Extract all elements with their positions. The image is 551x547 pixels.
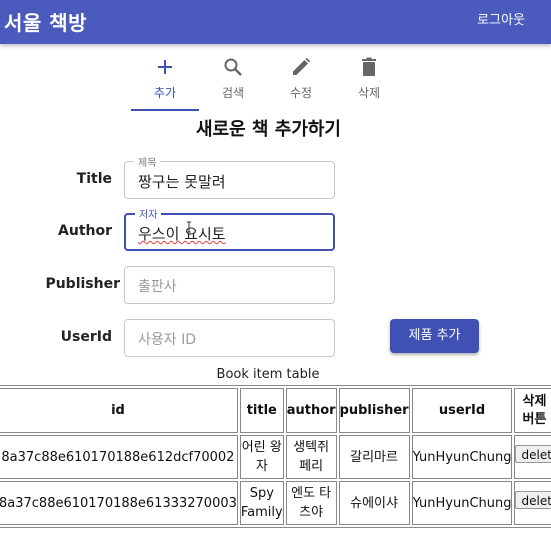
table-row: 8a37c88e610170188e61333270003 Spy Family…: [0, 481, 551, 525]
cell-author: 생텍쥐 페리: [285, 435, 337, 479]
tab-label: 추가: [153, 86, 177, 100]
table-caption: Book item table: [216, 367, 320, 382]
cell-author: 엔도 타츠야: [285, 481, 337, 525]
publisher-field[interactable]: 출판사: [124, 266, 335, 304]
publisher-label: Publisher: [45, 276, 120, 292]
userid-placeholder: 사용자 ID: [138, 332, 196, 348]
cell-id: 8a37c88e610170188e61333270003: [0, 481, 238, 525]
tab-search[interactable]: 검색: [199, 50, 267, 110]
author-label: Author: [58, 223, 112, 239]
book-item-table: id title author publisher userId 삭제 버튼 8…: [0, 385, 551, 528]
table-row: 8a37c88e610170188e612dcf70002 어린 왕자 생텍쥐 …: [0, 435, 551, 479]
column-header-title: title: [239, 388, 284, 433]
page-title: 새로운 책 추가하기: [195, 119, 341, 140]
tab-add[interactable]: 추가: [131, 50, 199, 111]
cell-delete: delete: [514, 435, 551, 479]
cell-userid: YunHyunChung: [411, 481, 513, 525]
userid-label: UserId: [60, 329, 112, 345]
text-cursor-icon: [187, 221, 191, 233]
delete-button[interactable]: delete: [515, 445, 551, 463]
cell-title: 어린 왕자: [239, 435, 284, 479]
userid-field[interactable]: 사용자 ID: [124, 319, 335, 357]
column-header-userid: userId: [411, 388, 513, 433]
app-bar: 서울 책방 로그아웃: [0, 0, 551, 44]
author-field[interactable]: 저자 우스이 요시토: [124, 206, 335, 251]
trash-icon: [362, 57, 376, 76]
tab-label: 검색: [221, 86, 245, 100]
plus-icon: [158, 60, 172, 74]
title-label: Title: [76, 171, 112, 187]
column-header-delete: 삭제 버튼: [514, 388, 551, 433]
author-field-value: 우스이 요시토: [138, 225, 226, 243]
author-field-legend: 저자: [135, 206, 162, 221]
cell-publisher: 슈에이샤: [338, 481, 410, 525]
delete-button[interactable]: delete: [515, 491, 551, 509]
cell-id: 8a37c88e610170188e612dcf70002: [0, 435, 238, 479]
tab-label: 삭제: [357, 86, 381, 100]
column-header-publisher: publisher: [338, 388, 410, 433]
title-field[interactable]: 제목 짱구는 못말려: [124, 154, 335, 199]
column-header-author: author: [285, 388, 337, 433]
cell-delete: delete: [514, 481, 551, 525]
title-field-legend: 제목: [134, 154, 161, 169]
search-icon: [224, 58, 242, 76]
add-product-button[interactable]: 제품 추가: [390, 319, 479, 353]
logout-button[interactable]: 로그아웃: [477, 9, 525, 28]
tab-label: 수정: [289, 86, 313, 100]
pencil-icon: [293, 57, 311, 75]
publisher-placeholder: 출판사: [138, 279, 177, 295]
app-title: 서울 책방: [4, 11, 88, 35]
title-field-value: 짱구는 못말려: [138, 173, 226, 191]
tab-bar: 추가 검색 수정 삭제: [131, 50, 406, 112]
table-header-row: id title author publisher userId 삭제 버튼: [0, 388, 551, 433]
cell-publisher: 갈리마르: [338, 435, 410, 479]
active-tab-indicator: [131, 109, 199, 111]
tab-edit[interactable]: 수정: [267, 50, 335, 110]
cell-title: Spy Family: [239, 481, 284, 525]
tab-delete[interactable]: 삭제: [335, 50, 403, 110]
cell-userid: YunHyunChung: [411, 435, 513, 479]
column-header-id: id: [0, 388, 238, 433]
